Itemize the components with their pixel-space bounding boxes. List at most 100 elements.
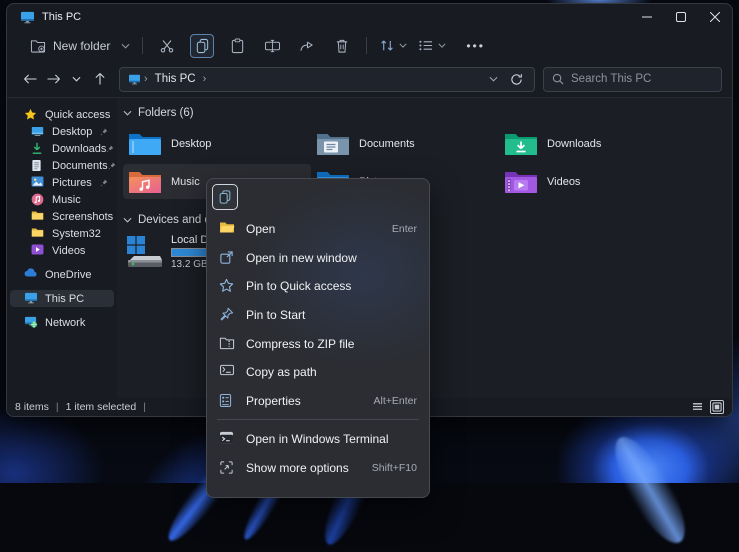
folder-icon <box>31 227 45 241</box>
title-bar[interactable]: This PC <box>7 4 732 30</box>
sidebar-item-onedrive[interactable]: OneDrive <box>10 266 114 283</box>
folder-name: Desktop <box>171 138 211 150</box>
sidebar-item-label: Videos <box>52 245 85 257</box>
show-more-options-icon <box>219 460 235 476</box>
sidebar-item-label: Music <box>52 194 81 206</box>
share-button[interactable] <box>295 34 319 58</box>
sort-button[interactable] <box>379 34 407 58</box>
breadcrumb-location[interactable]: This PC <box>155 73 196 85</box>
menu-item-compress-to-zip[interactable]: Compress to ZIP file <box>211 329 425 358</box>
sidebar-item-videos[interactable]: Videos <box>10 242 114 259</box>
paste-button[interactable] <box>225 34 249 58</box>
sidebar-item-pictures[interactable]: Pictures <box>10 174 114 191</box>
copy-button[interactable] <box>190 34 214 58</box>
menu-item-properties[interactable]: Properties Alt+Enter <box>211 387 425 416</box>
menu-item-pin-to-quick-access[interactable]: Pin to Quick access <box>211 272 425 301</box>
sidebar-item-system32[interactable]: System32 <box>10 225 114 242</box>
pin-icon <box>100 179 108 187</box>
navigation-pane: Quick access Desktop Downloads <box>7 98 117 398</box>
sidebar-item-quick-access[interactable]: Quick access <box>10 106 114 123</box>
pin-icon <box>100 128 108 136</box>
folder-tile-documents[interactable]: Documents <box>311 126 499 161</box>
videos-icon <box>31 244 45 258</box>
navigation-bar: › This PC › <box>7 61 732 98</box>
sidebar-item-network[interactable]: Network <box>10 314 114 331</box>
folders-section-header[interactable]: Folders (6) <box>123 105 732 121</box>
menu-item-pin-to-start[interactable]: Pin to Start <box>211 301 425 330</box>
sidebar-item-label: Documents <box>52 160 108 172</box>
sidebar-item-music[interactable]: Music <box>10 191 114 208</box>
search-input[interactable] <box>571 73 713 85</box>
star-outline-icon <box>219 278 235 294</box>
sidebar-item-downloads[interactable]: Downloads <box>10 140 114 157</box>
document-icon <box>31 159 45 173</box>
delete-button[interactable] <box>330 34 354 58</box>
videos-folder-icon <box>504 168 538 196</box>
menu-separator <box>217 419 419 420</box>
properties-icon <box>219 393 235 409</box>
minimize-button[interactable] <box>630 4 664 30</box>
address-dropdown-chevron[interactable] <box>482 68 505 91</box>
folder-tile-videos[interactable]: Videos <box>499 164 687 199</box>
forward-button[interactable] <box>42 68 65 91</box>
sidebar-item-documents[interactable]: Documents <box>10 157 114 174</box>
back-button[interactable] <box>19 68 42 91</box>
recent-locations-chevron[interactable] <box>65 68 88 91</box>
folder-tile-desktop[interactable]: Desktop <box>123 126 311 161</box>
view-button[interactable] <box>418 34 446 58</box>
sidebar-item-label: Screenshots <box>52 211 113 223</box>
local-disk-icon <box>125 234 165 270</box>
chevron-down-icon <box>121 43 130 49</box>
folder-tile-downloads[interactable]: Downloads <box>499 126 687 161</box>
maximize-button[interactable] <box>664 4 698 30</box>
breadcrumb-separator: › <box>144 73 148 85</box>
search-box[interactable] <box>543 67 722 92</box>
close-button[interactable] <box>698 4 732 30</box>
chevron-down-icon <box>123 110 132 116</box>
large-icons-view-button[interactable] <box>710 400 724 414</box>
menu-shortcut: Alt+Enter <box>374 395 417 407</box>
sidebar-item-label: Desktop <box>52 126 92 138</box>
this-pc-icon <box>24 292 38 306</box>
pin-icon <box>219 307 235 323</box>
folder-icon <box>31 210 45 224</box>
chevron-down-icon <box>399 43 407 48</box>
more-options-button[interactable]: ••• <box>466 39 485 53</box>
onedrive-cloud-icon <box>24 268 38 282</box>
documents-folder-icon <box>316 130 350 158</box>
toolbar-divider <box>142 37 143 54</box>
sidebar-item-label: This PC <box>45 293 84 305</box>
breadcrumb-separator: › <box>203 73 207 85</box>
context-menu: Open Enter Open in new window Pin to Qui… <box>206 178 430 498</box>
up-button[interactable] <box>88 68 111 91</box>
folder-name: Videos <box>547 176 580 188</box>
sidebar-item-label: System32 <box>52 228 101 240</box>
chevron-down-icon <box>438 43 446 48</box>
sidebar-item-screenshots[interactable]: Screenshots <box>10 208 114 225</box>
details-view-button[interactable] <box>690 400 705 414</box>
cut-button[interactable] <box>155 34 179 58</box>
this-pc-icon <box>128 74 141 85</box>
new-folder-icon <box>30 39 46 53</box>
menu-item-show-more-options[interactable]: Show more options Shift+F10 <box>211 453 425 483</box>
copy-button[interactable] <box>212 184 238 210</box>
sidebar-item-desktop[interactable]: Desktop <box>10 123 114 140</box>
context-menu-icon-row <box>207 179 429 215</box>
sidebar-item-label: Network <box>45 317 85 329</box>
folder-name: Music <box>171 176 200 188</box>
new-folder-button[interactable]: New folder <box>30 34 130 58</box>
terminal-icon <box>219 431 235 447</box>
sidebar-item-this-pc[interactable]: This PC <box>10 290 114 307</box>
desktop-icon <box>31 125 45 139</box>
rename-button[interactable] <box>260 34 284 58</box>
menu-item-open-in-windows-terminal[interactable]: Open in Windows Terminal <box>211 424 425 453</box>
menu-item-open-in-new-window[interactable]: Open in new window <box>211 244 425 273</box>
menu-item-open[interactable]: Open Enter <box>211 215 425 244</box>
section-label: Folders (6) <box>138 107 194 119</box>
menu-item-copy-as-path[interactable]: Copy as path <box>211 358 425 387</box>
sidebar-item-label: Quick access <box>45 109 110 121</box>
refresh-icon[interactable] <box>505 68 528 91</box>
chevron-down-icon <box>123 217 132 223</box>
command-bar: New folder <box>7 30 732 61</box>
address-bar[interactable]: › This PC › <box>119 67 535 92</box>
